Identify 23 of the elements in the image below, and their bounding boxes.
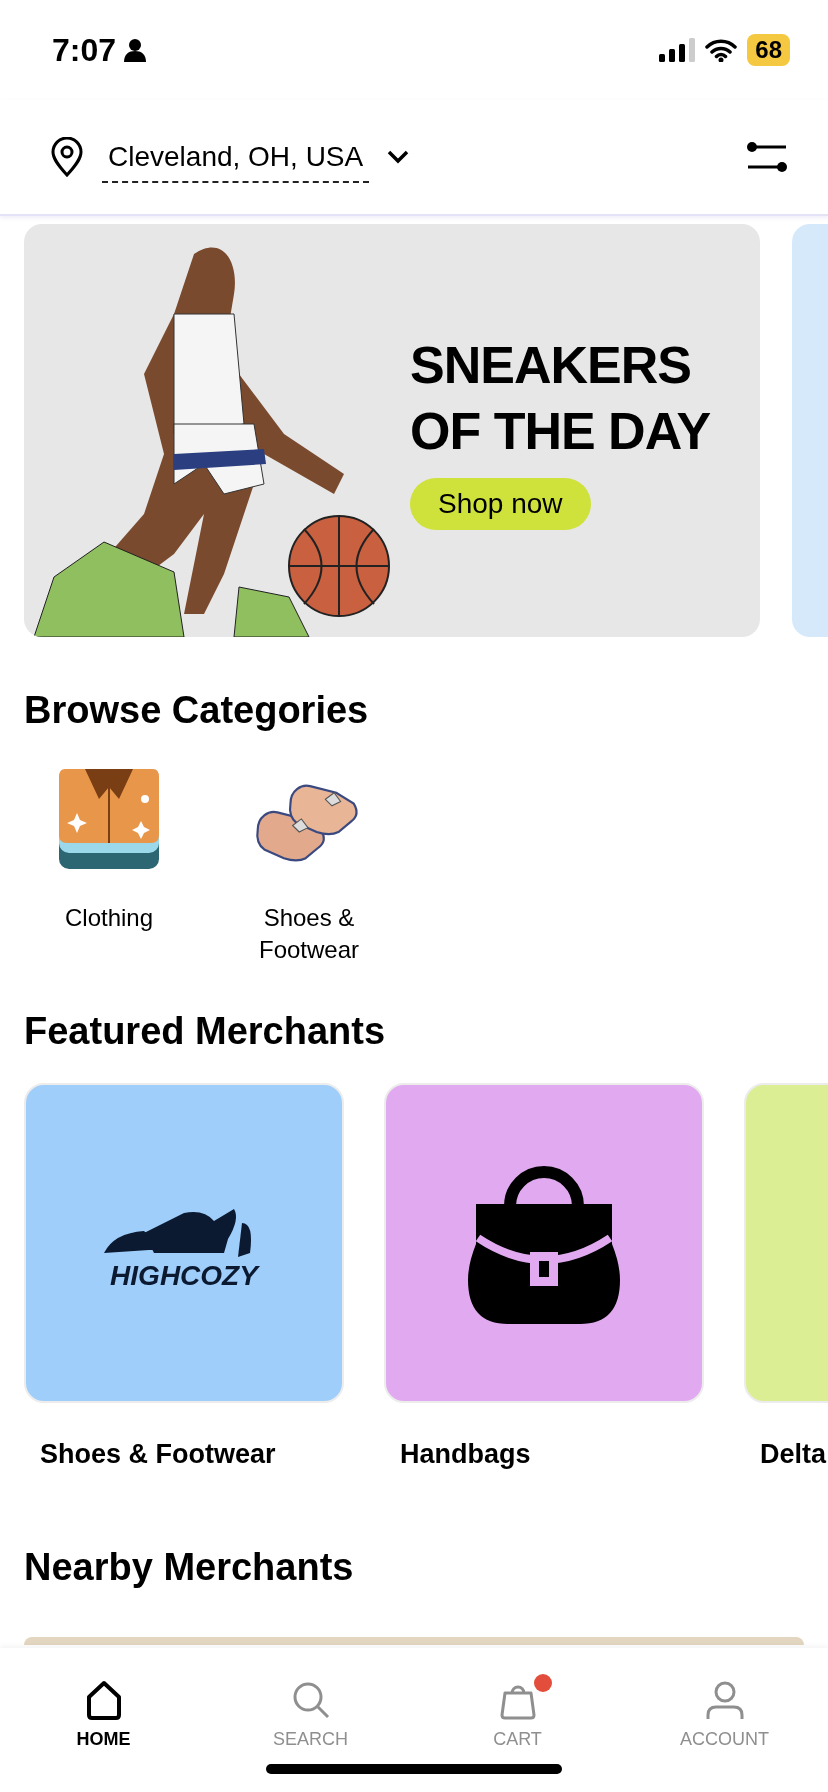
merchant-card[interactable]: HIGHCOZY	[24, 1083, 344, 1403]
merchant-name: Delta	[759, 1439, 828, 1470]
location-pin-icon	[50, 137, 84, 177]
merchant-card[interactable]	[384, 1083, 704, 1403]
merchant-name: Handbags	[399, 1439, 532, 1470]
clock-time: 7:07	[52, 31, 117, 69]
shop-now-button[interactable]: Shop now	[410, 477, 591, 530]
promo-banner[interactable]: SNEAKERS OF THE DAY Shop now	[24, 224, 760, 637]
section-title: Featured Merchants	[23, 1010, 387, 1053]
category-label[interactable]: Clothing	[44, 902, 174, 934]
category-label[interactable]: Shoes & Footwear	[244, 902, 374, 966]
section-title: Nearby Merchants	[23, 1546, 355, 1589]
wifi-icon	[705, 38, 738, 62]
merchant-name: Shoes & Footwear	[39, 1439, 277, 1470]
chevron-down-icon	[387, 150, 410, 164]
battery-level: 68	[747, 34, 790, 66]
tab-bar-item[interactable]: HOME	[0, 1678, 207, 1792]
banner-title: SNEAKERS OF THE DAY	[410, 334, 712, 462]
location-selector[interactable]: Cleveland, OH, USA	[102, 139, 370, 183]
signal-icon	[659, 38, 696, 62]
person-icon	[124, 38, 147, 62]
sneaker-logo: HIGHCOZY	[84, 1193, 284, 1293]
section-title: Browse Categories	[23, 689, 370, 732]
